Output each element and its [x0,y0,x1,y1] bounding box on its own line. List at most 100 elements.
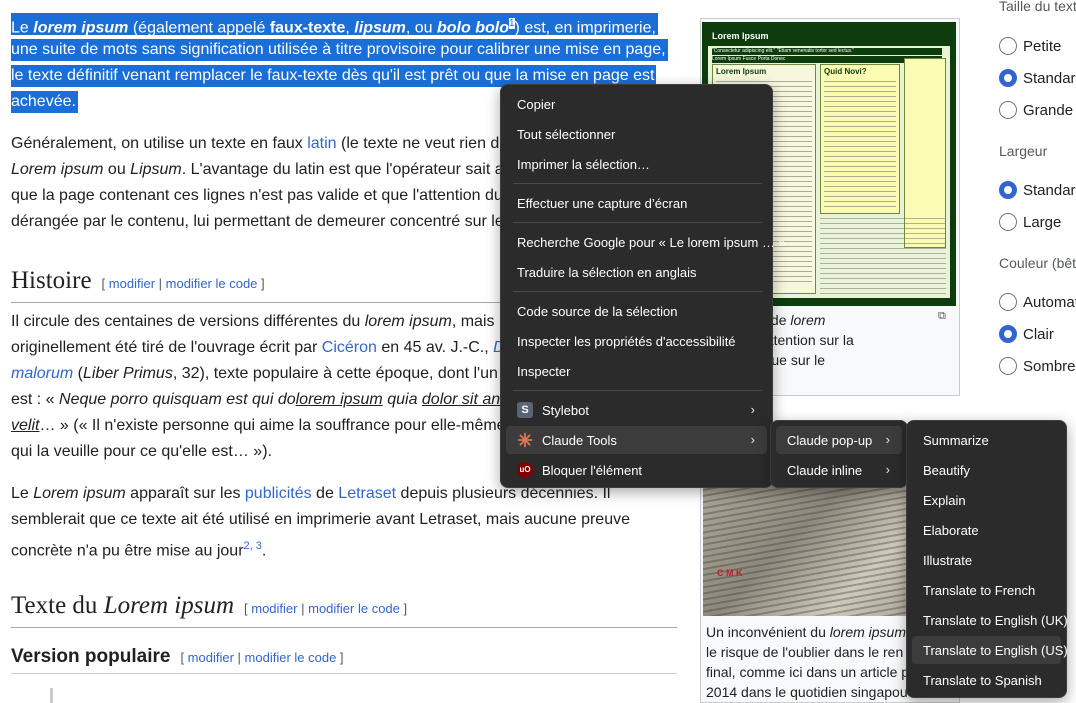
thumbnail-col-title: Quid Novi? [824,67,867,76]
claude-icon [517,432,533,448]
radio-icon [999,37,1017,55]
link-letraset[interactable]: Letraset [338,485,396,502]
radio-icon [999,293,1017,311]
menu-item-illustrate[interactable]: Illustrate [912,546,1061,574]
text: concrète n'a pu être mise au jour [11,542,244,560]
edit-link[interactable]: modifier [188,650,234,665]
menu-item-stylebot[interactable]: S Stylebot › [506,396,767,424]
selected-text-line-2[interactable]: une suite de mots sans signification uti… [11,39,668,61]
paragraph-line: velit… » (« Il n'existe personne qui aim… [11,413,506,439]
radio-width-standard[interactable]: Standard [999,179,1076,201]
text: Lorem ipsum [11,161,104,178]
menu-label: Stylebot [542,402,589,418]
footnote-refs[interactable]: 2, 3 [244,540,262,552]
radio-checked-icon [999,325,1017,343]
heading-text: Texte du [11,592,104,619]
paragraph-line: est : « Neque porro quisquam est qui dol… [11,387,500,413]
edit-links: [ modifier | modifier le code ] [244,601,408,616]
heading-version-populaire: Version populaire [ modifier | modifier l… [11,642,677,674]
selected-text-line-1[interactable]: Le lorem ipsum (également appelé faux-te… [11,13,658,37]
menu-item-beautify[interactable]: Beautify [912,456,1061,484]
menu-item-claude-popup[interactable]: Claude pop-up › [776,426,902,454]
text: Un inconvénient du [706,624,830,640]
menu-item-block-element[interactable]: uO Bloquer l'élément [506,456,767,484]
radio-color-dark[interactable]: Sombre [999,355,1076,377]
thumbnail-column: Quid Novi? [820,64,900,214]
radio-color-auto[interactable]: Automat [999,291,1076,313]
radio-size-small[interactable]: Petite [999,35,1061,57]
menu-label: Traduire la sélection en anglais [517,264,697,280]
menu-item-translate-spanish[interactable]: Translate to Spanish [912,666,1061,694]
menu-item-translate-english-uk[interactable]: Translate to English (UK) [912,606,1068,634]
menu-item-translate-french[interactable]: Translate to French [912,576,1061,604]
edit-code-link[interactable]: modifier le code [308,601,400,616]
radio-checked-icon [999,69,1017,87]
link-malorum[interactable]: malorum [11,365,73,382]
menu-item-copy[interactable]: Copier [506,90,767,118]
text: (également appelé [128,19,270,37]
paragraph-line: dérangée par le contenu, lui permettant … [11,213,504,230]
link-latin[interactable]: latin [307,135,336,152]
text: apparaît sur les [125,485,245,502]
text: Lipsum [130,161,182,178]
menu-label: Bloquer l'élément [542,462,643,478]
text: bolo bolo [437,19,509,37]
menu-item-translate[interactable]: Traduire la sélection en anglais [506,258,767,286]
menu-item-translate-english-us[interactable]: Translate to English (US) [912,636,1068,664]
cmyk-marks: C M K [717,568,743,578]
radio-checked-icon [999,181,1017,199]
edit-code-link[interactable]: modifier le code [245,650,337,665]
menu-item-select-all[interactable]: Tout sélectionner [506,120,767,148]
text: dolor sit an [421,391,501,408]
radio-icon [999,213,1017,231]
radio-label: Sombre [1023,357,1076,375]
paragraph-line: Lorem ipsum ou Lipsum. L'avantage du lat… [11,157,504,183]
menu-item-view-source[interactable]: Code source de la sélection [506,297,767,325]
paragraph-line: semblerait que ce texte ait été utilisé … [11,511,630,528]
link-publicites[interactable]: publicités [245,485,312,502]
menu-item-explain[interactable]: Explain [912,486,1061,514]
menu-item-claude-inline[interactable]: Claude inline › [776,456,902,484]
menu-item-elaborate[interactable]: Elaborate [912,516,1061,544]
edit-code-link[interactable]: modifier le code [166,276,258,291]
selected-text-line-4[interactable]: achevée. [11,91,78,113]
menu-label: Claude pop-up [787,432,873,448]
blockquote-bar [50,688,53,703]
menu-label: Tout sélectionner [517,126,616,142]
text-size-title: Taille du text [999,0,1076,14]
text: lorem ipsum [364,313,452,330]
text: faux-texte [269,19,346,37]
text: lorem ipsum [33,19,129,37]
menu-item-print-selection[interactable]: Imprimer la sélection… [506,150,767,178]
menu-item-google-search[interactable]: Recherche Google pour « Le lorem ipsum …… [506,228,786,256]
link-ciceron[interactable]: Cicéron [322,339,377,356]
menu-separator [513,183,762,184]
paragraph-line: que la page contenant ces lignes n'est p… [11,187,503,204]
heading-text: Version populaire [11,646,171,667]
radio-color-light[interactable]: Clair [999,323,1054,345]
menu-separator [513,291,762,292]
thumbnail-subtitle: "Consectetur adipiscing elit." "Etiam ve… [712,48,942,55]
chevron-right-icon: › [885,432,890,447]
menu-item-inspect-accessibility[interactable]: Inspecter les propriétés d'accessibilité [506,327,767,355]
menu-item-claude-tools[interactable]: Claude Tools › [506,426,767,454]
menu-item-inspect[interactable]: Inspecter [506,357,767,385]
text: . [261,542,267,560]
edit-link[interactable]: modifier [251,601,297,616]
menu-item-summarize[interactable]: Summarize [912,426,1061,454]
radio-label: Clair [1023,325,1054,343]
heading-text: Histoire [11,267,92,294]
text: , [345,19,355,37]
text: , 32), texte populaire à cette époque, d… [172,365,498,382]
claude-popup-submenu: Summarize Beautify Explain Elaborate Ill… [906,420,1068,698]
radio-width-large[interactable]: Large [999,211,1061,233]
paragraph-line: qui la veuille pour ce qu'elle est… »). [11,443,272,460]
menu-item-screenshot[interactable]: Effectuer une capture d’écran [506,189,767,217]
radio-size-standard[interactable]: Standard [999,67,1076,89]
radio-size-large[interactable]: Grande [999,99,1073,121]
edit-link[interactable]: modifier [109,276,155,291]
chevron-right-icon: › [885,462,890,477]
radio-label: Automat [1023,293,1076,311]
menu-separator [513,222,762,223]
text: ( [73,365,84,382]
